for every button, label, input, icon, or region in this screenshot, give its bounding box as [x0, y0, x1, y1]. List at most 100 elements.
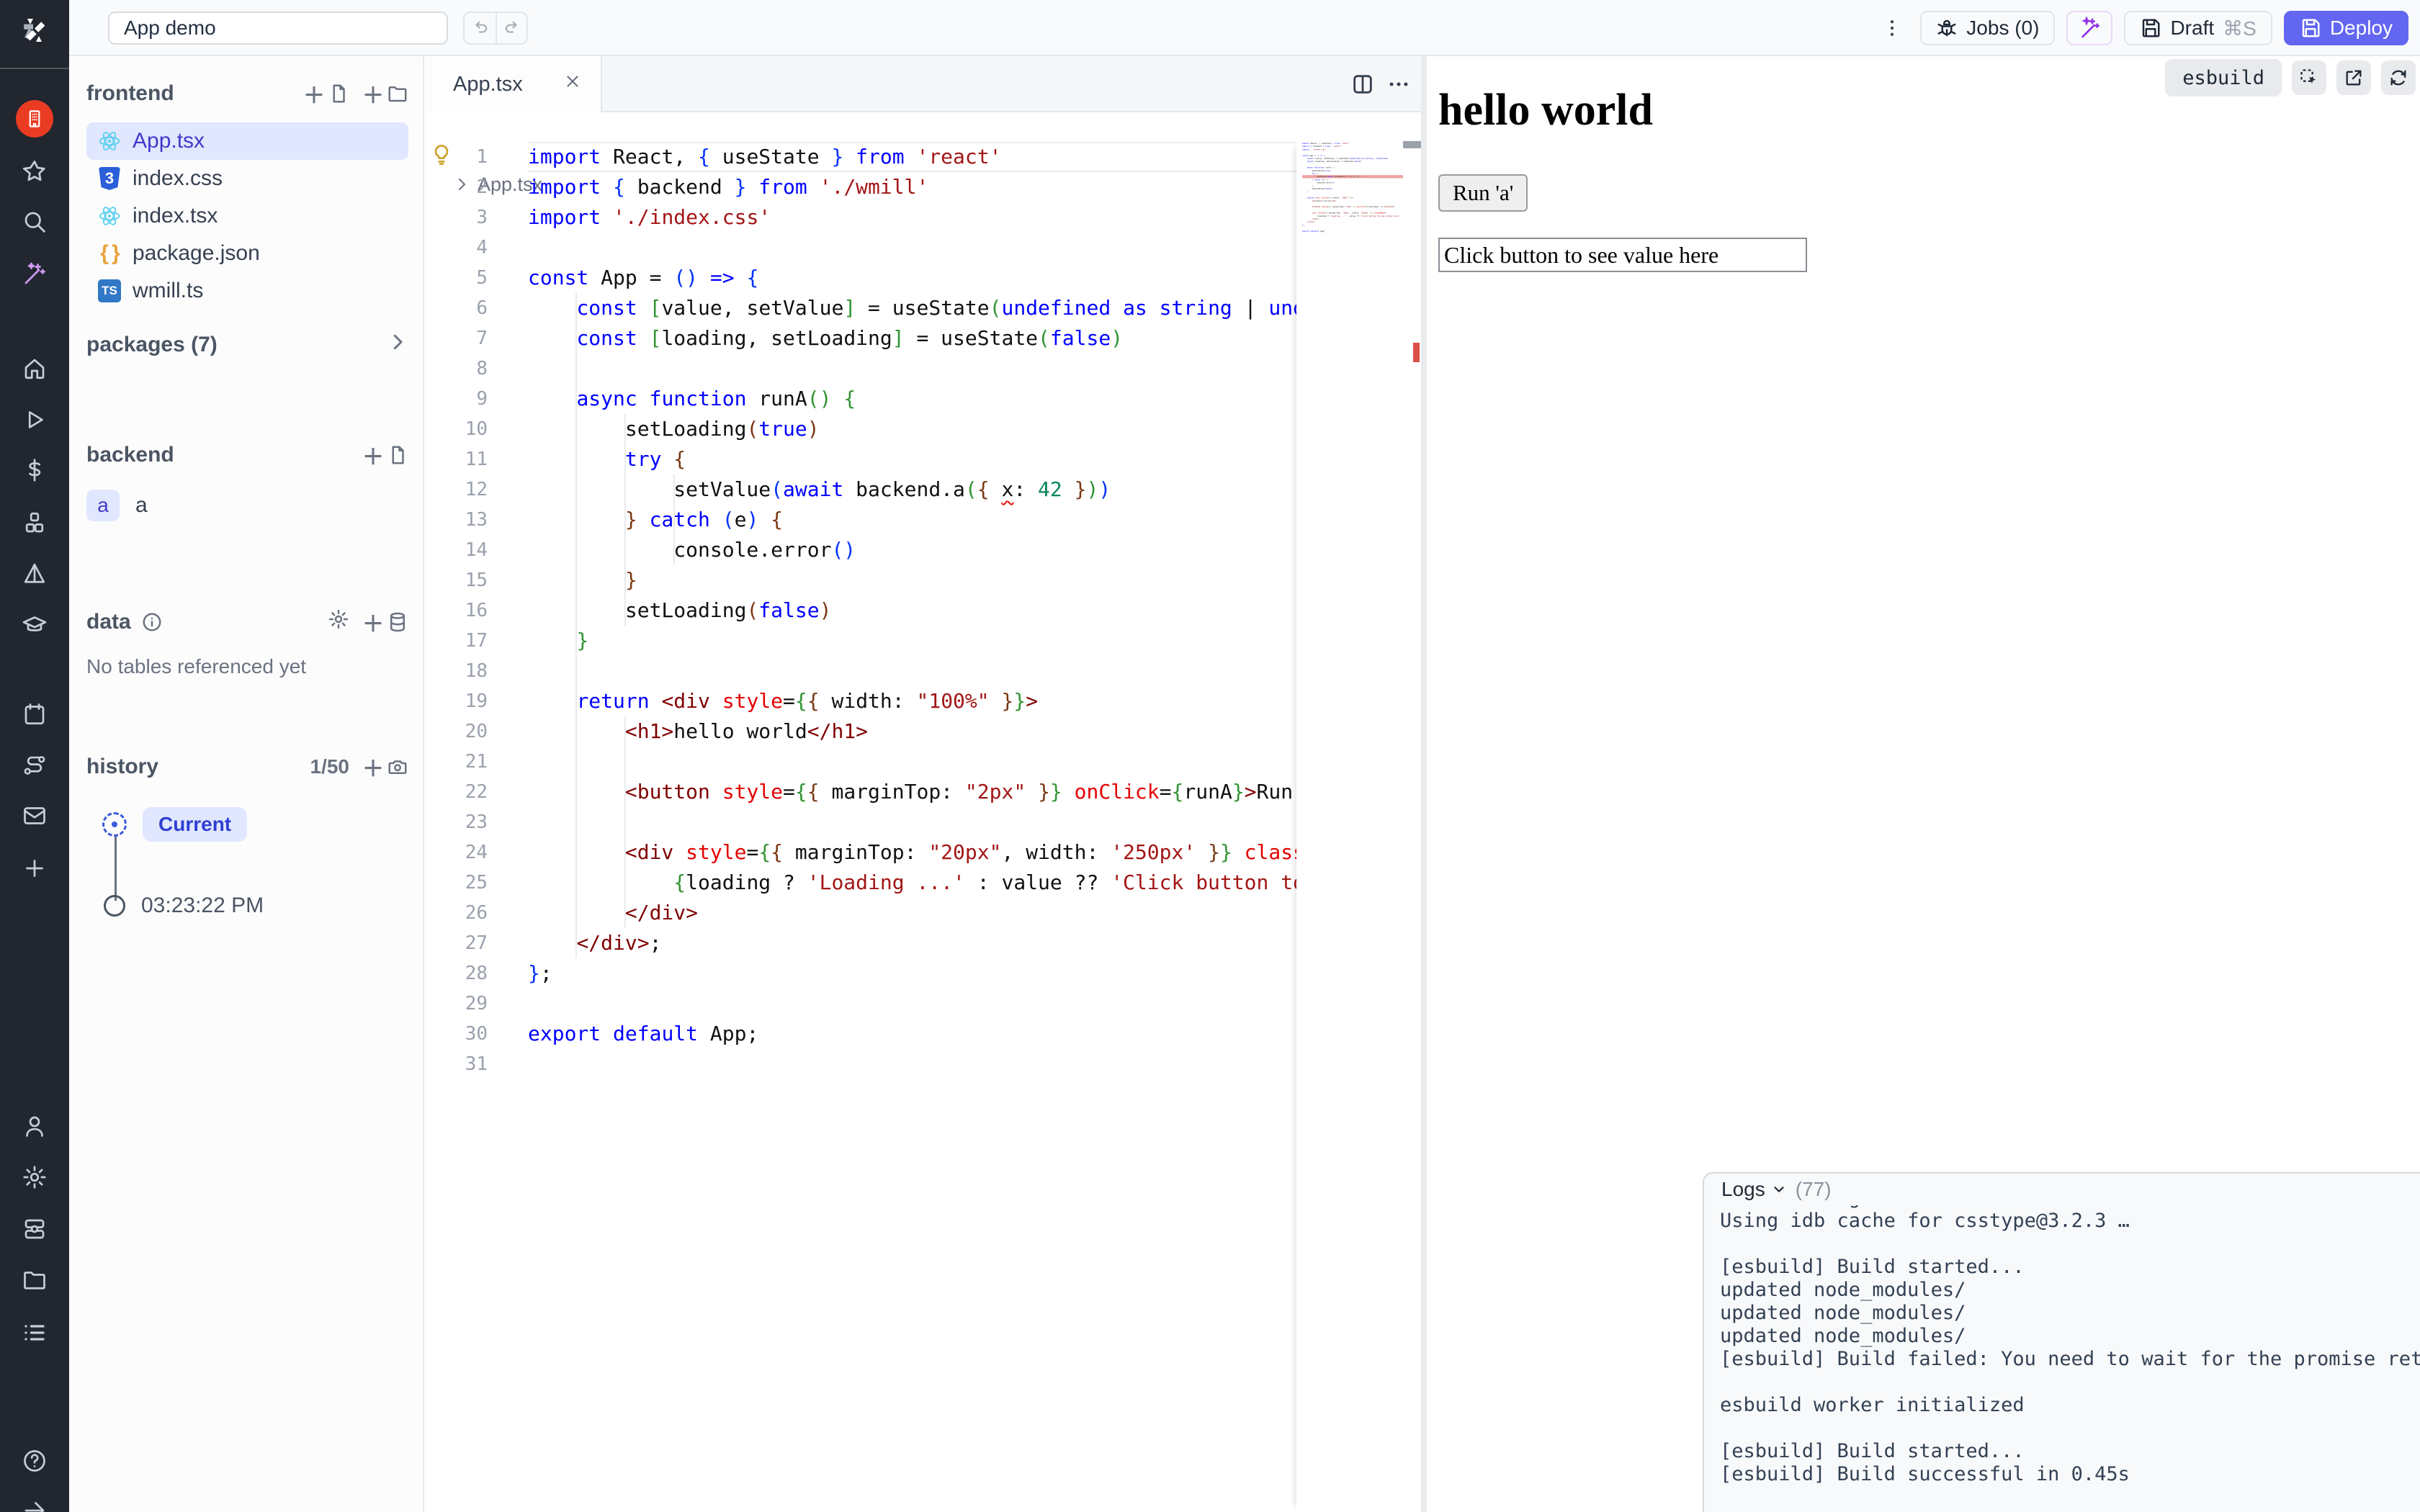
logs-dropdown[interactable]: Logs [1721, 1178, 1787, 1201]
app-name-input[interactable] [108, 12, 448, 45]
calendar-icon[interactable] [0, 693, 69, 736]
run-a-button[interactable]: Run 'a' [1438, 174, 1528, 212]
code-line-12[interactable]: 12 setValue(await backend.a({ x: 42 })) [424, 474, 1421, 505]
person-icon[interactable] [0, 1104, 69, 1148]
current-version-chip[interactable]: Current [143, 807, 247, 842]
editor-more-icon[interactable] [1386, 72, 1411, 100]
close-tab-icon[interactable] [563, 72, 582, 96]
logs-output[interactable]: initializing esbuild worker...Using idb … [1720, 1187, 2420, 1486]
code-line-9[interactable]: 9 async function runA() { [424, 384, 1421, 414]
code-line-30[interactable]: 30export default App; [424, 1019, 1421, 1049]
code-line-17[interactable]: 17 } [424, 626, 1421, 656]
tab-app-tsx[interactable]: App.tsx [424, 56, 602, 112]
arrow-right-icon[interactable] [0, 1489, 69, 1512]
code-line-16[interactable]: 16 setLoading(false) [424, 595, 1421, 626]
code-line-11[interactable]: 11 try { [424, 444, 1421, 474]
code-line-31[interactable]: 31 [424, 1049, 1421, 1079]
select-component-button[interactable] [2292, 60, 2326, 95]
packages-toggle[interactable]: packages (7) [86, 331, 408, 359]
file-index-tsx[interactable]: index.tsx [86, 197, 408, 235]
log-line [1720, 1417, 2420, 1440]
prism-icon[interactable] [0, 552, 69, 595]
code-line-21[interactable]: 21 [424, 747, 1421, 777]
code-line-5[interactable]: 5const App = () => { [424, 263, 1421, 293]
undo-button[interactable] [465, 13, 496, 43]
code-line-7[interactable]: 7 const [loading, setLoading] = useState… [424, 323, 1421, 354]
code-line-23[interactable]: 23 [424, 807, 1421, 837]
file-app-tsx[interactable]: App.tsx [86, 122, 408, 160]
code-line-1[interactable]: 1import React, { useState } from 'react' [424, 142, 1421, 172]
code-line-24[interactable]: 24 <div style={{ marginTop: "20px", widt… [424, 837, 1421, 868]
search-icon[interactable] [0, 200, 69, 243]
code-line-29[interactable]: 29 [424, 989, 1421, 1019]
graduation-cap-icon[interactable] [0, 603, 69, 647]
add-snapshot-button[interactable]: ＋ [362, 751, 408, 783]
add-folder-button[interactable]: ＋ [362, 78, 408, 109]
dollar-icon[interactable] [0, 449, 69, 492]
code-line-19[interactable]: 19 return <div style={{ width: "100%" }}… [424, 686, 1421, 716]
code-line-18[interactable]: 18 [424, 656, 1421, 686]
worker-icon[interactable] [0, 1207, 69, 1251]
home-icon[interactable] [0, 347, 69, 390]
plus-icon[interactable] [0, 847, 69, 890]
file-index-css[interactable]: 3index.css [86, 160, 408, 197]
open-external-button[interactable] [2336, 60, 2371, 95]
code-line-6[interactable]: 6 const [value, setValue] = useState(und… [424, 293, 1421, 323]
external-link-icon [2344, 68, 2364, 88]
history-entry-timestamp[interactable]: 03:23:22 PM [104, 894, 264, 918]
code-line-13[interactable]: 13 } catch (e) { [424, 505, 1421, 535]
refresh-button[interactable] [2381, 60, 2416, 95]
code-line-10[interactable]: 10 setLoading(true) [424, 414, 1421, 444]
list-icon[interactable] [0, 1311, 69, 1354]
windmill-logo-icon[interactable] [0, 9, 69, 52]
add-file-button[interactable]: ＋ [303, 78, 349, 109]
code-line-3[interactable]: 3import './index.css' [424, 202, 1421, 233]
cubes-icon[interactable] [0, 501, 69, 544]
code-line-14[interactable]: 14 console.error() [424, 535, 1421, 565]
file-package-json[interactable]: { }package.json [86, 235, 408, 272]
route-icon[interactable] [0, 744, 69, 787]
jobs-button[interactable]: Jobs (0) [1920, 11, 2055, 45]
mail-icon[interactable] [0, 794, 69, 837]
lightbulb-icon[interactable] [430, 143, 453, 170]
packages-section-title: packages (7) [86, 333, 218, 357]
data-settings-gear-icon[interactable] [328, 608, 349, 636]
esbuild-badge[interactable]: esbuild [2165, 59, 2282, 96]
add-backend-script-button[interactable]: ＋ [362, 439, 408, 471]
code-line-15[interactable]: 15 } [424, 565, 1421, 595]
code-line-28[interactable]: 28}; [424, 958, 1421, 989]
code-line-20[interactable]: 20 <h1>hello world</h1> [424, 716, 1421, 747]
code-line-8[interactable]: 8 [424, 354, 1421, 384]
indent-guide [575, 293, 577, 958]
minimap-slider[interactable] [1403, 141, 1421, 148]
magic-wand-icon[interactable] [0, 253, 69, 296]
minimap[interactable]: import React, { useState } from 'react'i… [1296, 142, 1421, 1512]
version-timestamp: 03:23:22 PM [141, 894, 264, 918]
backend-script-badge[interactable]: a [86, 490, 120, 521]
file-wmill-ts[interactable]: TSwmill.ts [86, 272, 408, 310]
star-icon[interactable] [0, 150, 69, 193]
ai-wand-button[interactable] [2066, 11, 2112, 45]
code-line-27[interactable]: 27 </div>; [424, 928, 1421, 958]
add-database-button[interactable]: ＋ [362, 606, 408, 638]
code-line-4[interactable]: 4 [424, 233, 1421, 263]
gear-icon[interactable] [0, 1156, 69, 1199]
redo-button[interactable] [496, 13, 526, 43]
folder-icon[interactable] [0, 1259, 69, 1302]
draft-button[interactable]: Draft ⌘S [2124, 11, 2272, 45]
history-entry-current[interactable]: Current [102, 807, 247, 842]
code-line-22[interactable]: 22 <button style={{ marginTop: "2px" }} … [424, 777, 1421, 807]
help-icon[interactable] [0, 1439, 69, 1482]
play-icon[interactable] [0, 398, 69, 441]
building-red-icon[interactable] [0, 97, 69, 140]
pane-resize-divider[interactable] [1421, 56, 1427, 1512]
more-menu-button[interactable] [1876, 11, 1909, 45]
code-line-26[interactable]: 26 </div> [424, 898, 1421, 928]
split-editor-icon[interactable] [1350, 72, 1375, 100]
code-line-2[interactable]: 2import { backend } from './wmill' [424, 172, 1421, 202]
code-area[interactable]: 1import React, { useState } from 'react'… [424, 142, 1421, 1512]
code-line-25[interactable]: 25 {loading ? 'Loading ...' : value ?? '… [424, 868, 1421, 898]
deploy-button[interactable]: Deploy [2284, 11, 2408, 45]
backend-script-row[interactable]: a a [86, 490, 408, 521]
info-icon[interactable] [141, 611, 163, 633]
